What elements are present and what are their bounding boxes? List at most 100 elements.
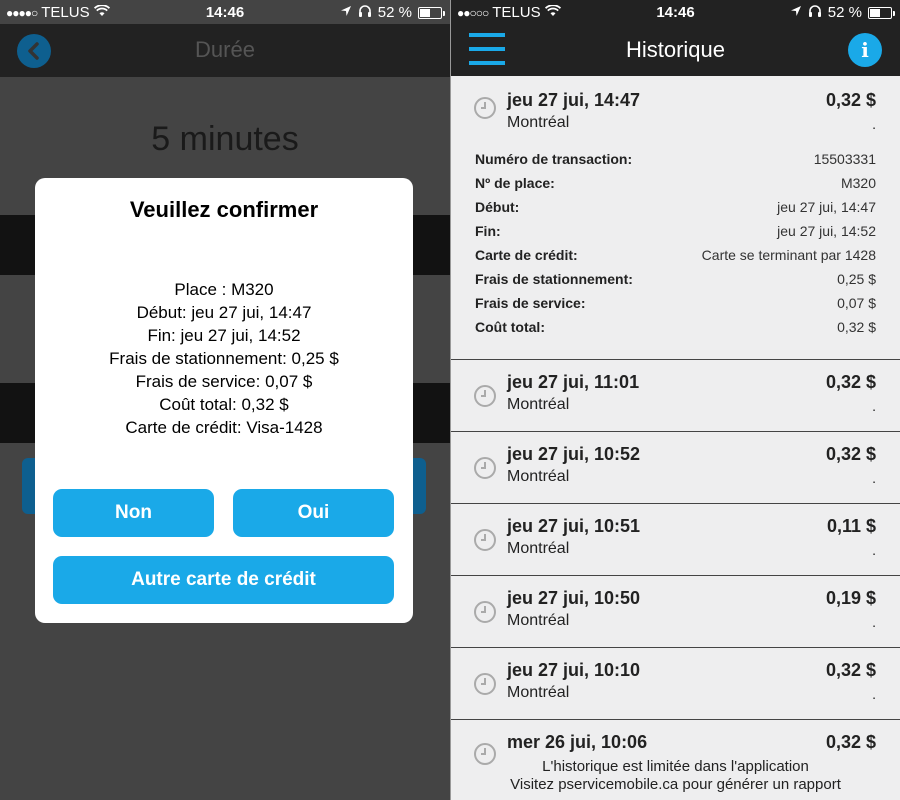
detail-value: 0,32 $ [837,319,876,335]
battery-percent: 52 % [377,4,412,21]
dialog-line-card: Carte de crédit: Visa-1428 [125,418,323,437]
dialog-line-start: Début: jeu 27 jui, 14:47 [136,303,312,322]
battery-fill [420,8,430,17]
detail-value: M320 [840,175,876,191]
detail-value: jeu 27 jui, 14:52 [777,223,876,239]
duration-value: 5 minutes [151,120,299,158]
detail-value: jeu 27 jui, 14:47 [777,199,876,215]
history-item-city: Montréal [507,396,570,413]
history-item-date: jeu 27 jui, 10:50 [507,588,641,608]
detail-label: Frais de service: [475,295,586,311]
confirm-screen: ●●●●○ TELUS 14:46 52 % Durée 5 minutes V… [0,0,450,800]
transaction-details: Numéro de transaction: 15503331 Nº de pla… [475,151,876,343]
page-title: Durée [195,37,255,62]
history-item-city: Montréal [507,612,570,629]
history-list: jeu 27 jui, 14:47 Montréal 0,32 $ . Numé… [451,76,900,800]
history-item-amount: 0,32 $ [825,90,876,110]
history-item-amount: 0,19 $ [825,588,876,608]
status-bar: ●●●●○ TELUS 14:46 52 % [0,0,450,24]
history-item-date: jeu 27 jui, 10:52 [507,444,641,464]
history-item[interactable]: jeu 27 jui, 10:50 Montréal 0,19 $ . [451,576,900,648]
battery-icon [868,6,895,19]
history-item-amount: 0,32 $ [825,372,876,392]
no-button[interactable]: Non [53,489,214,537]
clock-icon [474,385,496,407]
history-item-date: jeu 27 jui, 14:47 [507,90,641,110]
history-item-city: Montréal [507,540,570,557]
headphones-icon [358,4,372,21]
detail-label: Carte de crédit: [475,247,578,263]
confirm-dialog: Veuillez confirmer Place : M320 Début: j… [35,178,413,623]
detail-value: 15503331 [813,151,876,167]
info-icon[interactable]: i [848,33,882,67]
clock-icon [474,673,496,695]
history-item-dot: . [872,470,876,486]
location-icon [340,4,352,21]
detail-label: Frais de stationnement: [475,271,633,287]
history-item-amount: 0,32 $ [825,444,876,464]
history-item[interactable]: jeu 27 jui, 10:10 Montréal 0,32 $ . [451,648,900,720]
detail-value: 0,25 $ [837,271,876,287]
history-item[interactable]: jeu 27 jui, 10:52 Montréal 0,32 $ . [451,432,900,504]
nav-bar: Durée [0,24,450,77]
detail-row: Coût total: 0,32 $ [475,319,876,343]
detail-row: Numéro de transaction: 15503331 [475,151,876,175]
history-item-city: Montréal [507,684,570,701]
battery-fill [870,8,880,17]
dialog-line-total: Coût total: 0,32 $ [159,395,289,414]
history-item-dot: . [872,614,876,630]
detail-label: Nº de place: [475,175,555,191]
dialog-line-end: Fin: jeu 27 jui, 14:52 [147,326,301,345]
history-item-date: jeu 27 jui, 11:01 [507,372,640,392]
clock-icon [474,97,496,119]
detail-value: 0,07 $ [837,295,876,311]
location-icon [790,4,802,21]
dialog-line-parking-fee: Frais de stationnement: 0,25 $ [109,349,339,368]
history-item[interactable]: jeu 27 jui, 10:51 Montréal 0,11 $ . [451,504,900,576]
history-screen: ●●○○○ TELUS 14:46 52 % Historique i jeu … [450,0,900,800]
status-bar: ●●○○○ TELUS 14:46 52 % [451,0,900,24]
history-item-dot: . [872,686,876,702]
history-item-dot: . [872,116,876,132]
detail-row: Frais de stationnement: 0,25 $ [475,271,876,295]
history-item-date: mer 26 jui, 10:06 [507,732,648,752]
detail-row: Frais de service: 0,07 $ [475,295,876,319]
detail-value: Carte se terminant par 1428 [701,247,876,263]
clock-icon [474,601,496,623]
detail-label: Fin: [475,223,501,239]
headphones-icon [808,4,822,21]
clock-icon [474,457,496,479]
detail-label: Début: [475,199,520,215]
nav-bar: Historique i [451,24,900,76]
battery-percent: 52 % [827,4,862,21]
footer-report-link[interactable]: Visitez pservicemobile.ca pour générer u… [451,776,900,794]
detail-row: Carte de crédit: Carte se terminant par 1… [475,247,876,271]
battery-icon [418,6,445,19]
history-item-city: Montréal [507,114,570,131]
clock-icon [474,529,496,551]
detail-row: Nº de place: M320 [475,175,876,199]
history-item-amount: 0,32 $ [825,732,876,752]
yes-button[interactable]: Oui [233,489,394,537]
footer-limit-note: L'historique est limitée dans l'applicat… [542,758,809,775]
history-item-date: jeu 27 jui, 10:51 [507,516,641,536]
history-item-dot: . [872,398,876,414]
other-card-button[interactable]: Autre carte de crédit [53,556,394,604]
detail-label: Coût total: [475,319,545,335]
history-item-amount: 0,11 $ [826,516,876,536]
dialog-line-place: Place : M320 [174,280,274,299]
history-item-date: jeu 27 jui, 10:10 [507,660,641,680]
dialog-summary: Place : M320 Début: jeu 27 jui, 14:47 Fi… [35,278,413,439]
history-item-amount: 0,32 $ [825,660,876,680]
detail-row: Fin: jeu 27 jui, 14:52 [475,223,876,247]
dialog-title: Veuillez confirmer [129,197,319,222]
page-title: Historique [625,37,726,62]
detail-label: Numéro de transaction: [475,151,633,167]
history-item-city: Montréal [507,468,570,485]
detail-row: Début: jeu 27 jui, 14:47 [475,199,876,223]
history-item-dot: . [872,542,876,558]
history-item[interactable]: jeu 27 jui, 11:01 Montréal 0,32 $ . [451,360,900,432]
dialog-line-service-fee: Frais de service: 0,07 $ [135,372,313,391]
history-item-expanded[interactable]: jeu 27 jui, 14:47 Montréal 0,32 $ . Numé… [451,76,900,360]
history-footer: L'historique est limitée dans l'applicat… [451,758,900,794]
